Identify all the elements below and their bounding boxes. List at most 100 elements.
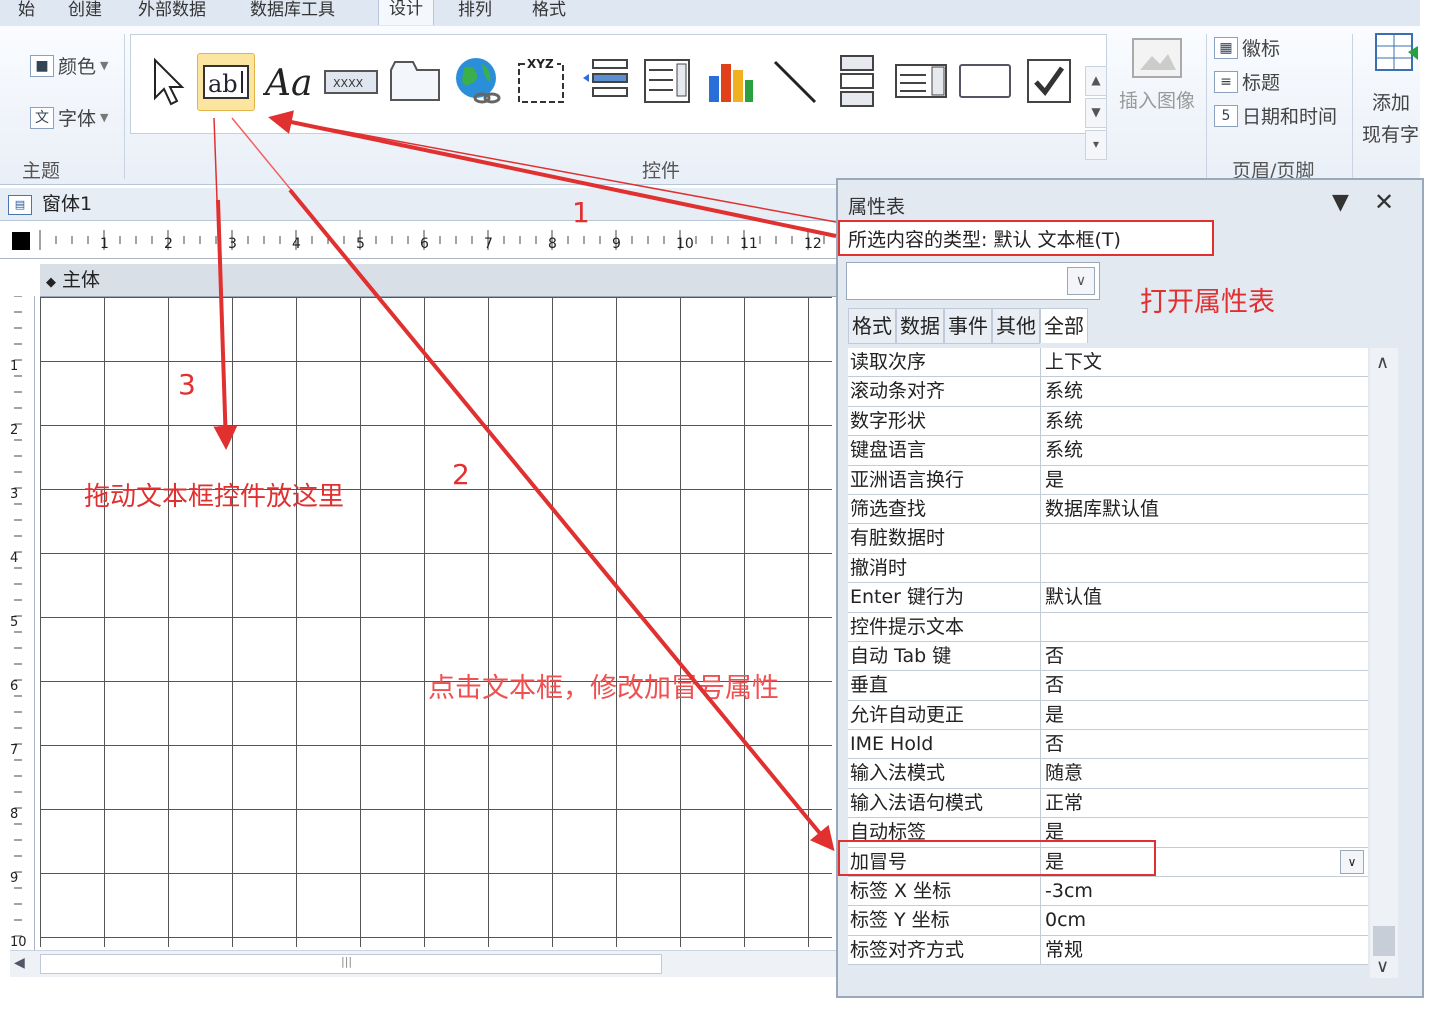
tab-design[interactable]: 设计 (378, 0, 434, 25)
option-group-icon[interactable] (639, 53, 695, 109)
property-value[interactable]: 否 (1041, 671, 1368, 699)
property-value[interactable]: -3cm (1041, 877, 1368, 905)
chevron-up-icon[interactable]: ∧ (1376, 352, 1389, 373)
property-value[interactable]: 常规 (1041, 936, 1368, 964)
property-row[interactable]: 输入法语句模式 正常 (848, 788, 1368, 819)
property-value[interactable]: 随意 (1041, 759, 1368, 787)
property-row[interactable]: 键盘语言 系统 (848, 436, 1368, 466)
property-name: 输入法语句模式 (848, 788, 1041, 818)
property-row[interactable]: 滚动条对齐 系统 (848, 377, 1368, 407)
property-row[interactable]: 控件提示文本 (848, 612, 1368, 642)
colors-label: 颜色 (58, 56, 97, 78)
toggle-button-icon[interactable] (829, 53, 885, 109)
button-control-icon[interactable]: XXXX (323, 53, 379, 109)
chevron-down-icon[interactable]: ∨ (1340, 849, 1364, 874)
property-row[interactable]: 数字形状 系统 (848, 406, 1368, 437)
property-value[interactable]: 数据库默认值 (1041, 495, 1368, 523)
label-control-icon[interactable]: Aa (261, 53, 317, 109)
selection-combo[interactable]: ∨ (846, 262, 1100, 300)
property-row[interactable]: 标签 X 坐标 -3cm (848, 877, 1368, 907)
property-row[interactable]: 读取次序 上下文 (848, 348, 1368, 378)
property-row[interactable]: IME Hold 否 (848, 730, 1368, 760)
chevron-up-icon[interactable]: ▲ (1085, 66, 1107, 96)
property-value[interactable]: 否 (1041, 730, 1368, 758)
property-row[interactable]: 标签对齐方式 常规 (848, 935, 1368, 966)
dropdown-triangle-icon[interactable]: ▼ (1332, 190, 1349, 215)
navigation-control-icon[interactable] (577, 53, 633, 109)
rectangle-control-icon[interactable] (957, 53, 1013, 109)
colors-button[interactable]: ■ 颜色 ▼ (30, 52, 108, 79)
property-value[interactable]: 0cm (1041, 906, 1368, 934)
property-scrollbar[interactable]: ∧ ∨ (1370, 348, 1398, 978)
chevron-down-icon[interactable]: ∨ (1067, 267, 1095, 295)
add-existing-fields-button[interactable]: 添加 现有字 (1362, 26, 1422, 146)
hyperlink-globe-icon[interactable] (449, 53, 505, 109)
property-value[interactable]: 是 (1041, 701, 1368, 729)
title-button[interactable]: ≡ 标题 (1214, 68, 1280, 95)
property-name: 标签 X 坐标 (848, 877, 1041, 906)
annotation-drag-here: 拖动文本框控件放这里 (84, 482, 345, 512)
line-control-icon[interactable] (767, 53, 823, 109)
tab-data[interactable]: 数据 (896, 308, 944, 344)
fonts-button[interactable]: 文 字体 ▼ (30, 104, 108, 131)
property-value[interactable]: 是 (1041, 466, 1368, 494)
annotation-open-sheet: 打开属性表 (1140, 287, 1275, 318)
property-row[interactable]: 允许自动更正是 (848, 700, 1368, 731)
property-row[interactable]: 筛选查找 数据库默认值 (848, 494, 1368, 525)
property-tabs: 格式 数据 事件 其他 全部 (848, 308, 1088, 344)
scroll-thumb[interactable] (1373, 926, 1395, 956)
property-row[interactable]: 有脏数据时 (848, 524, 1368, 554)
checkbox-control-icon[interactable] (1021, 53, 1077, 109)
property-value[interactable]: 系统 (1041, 407, 1368, 435)
textbox-control-icon[interactable]: ab (197, 53, 255, 111)
property-value[interactable] (1041, 613, 1368, 641)
close-icon[interactable]: ✕ (1374, 188, 1394, 216)
chevron-down-icon[interactable]: ▼ (1085, 98, 1107, 128)
chart-control-icon[interactable] (703, 53, 759, 109)
design-grid[interactable] (40, 297, 832, 947)
tab-external-data[interactable]: 外部数据 (128, 0, 216, 22)
tab-home[interactable]: 始 (8, 0, 45, 22)
property-row[interactable]: 自动 Tab 键否 (848, 641, 1368, 672)
logo-button[interactable]: ▦ 徽标 (1214, 34, 1280, 61)
listbox-control-icon[interactable] (893, 53, 949, 109)
tab-create[interactable]: 创建 (58, 0, 112, 22)
form-tab[interactable]: ▤ 窗体1 (0, 188, 836, 221)
scroll-left-icon[interactable]: ◀ (14, 955, 25, 971)
svg-text:Aa: Aa (263, 63, 312, 103)
gallery-more-icon[interactable]: ▾ (1085, 130, 1107, 160)
insert-image-button[interactable]: 插入图像 (1112, 36, 1202, 113)
scroll-thumb[interactable]: ||| (40, 954, 662, 974)
property-row[interactable]: 标签 Y 坐标 0cm (848, 906, 1368, 936)
property-value[interactable]: 系统 (1041, 436, 1368, 464)
property-row[interactable]: Enter 键行为 默认值 (848, 583, 1368, 613)
property-value[interactable]: 正常 (1041, 789, 1368, 817)
property-value[interactable] (1041, 554, 1368, 582)
gallery-scroll[interactable]: ▲ ▼ ▾ (1085, 66, 1107, 160)
select-pointer-icon[interactable] (139, 53, 195, 109)
property-value[interactable]: 上下文 (1041, 348, 1368, 376)
property-row[interactable]: 亚洲语言换行是 (848, 465, 1368, 495)
chevron-down-icon[interactable]: ∨ (1376, 956, 1389, 977)
property-value[interactable]: 系统 (1041, 377, 1368, 405)
detail-section-bar[interactable]: ◆ 主体 (40, 264, 836, 297)
tab-control-icon[interactable] (387, 53, 443, 109)
property-row[interactable]: 撤消时 (848, 553, 1368, 584)
tab-format[interactable]: 格式 (522, 0, 576, 22)
property-row[interactable]: 垂直否 (848, 671, 1368, 701)
property-value[interactable]: 否 (1041, 642, 1368, 670)
property-value[interactable] (1041, 524, 1368, 552)
ruler-label: 9 (612, 236, 621, 252)
property-row[interactable]: 输入法模式 随意 (848, 759, 1368, 789)
property-value[interactable]: 默认值 (1041, 583, 1368, 611)
web-browser-control-icon[interactable]: XYZ (513, 53, 569, 109)
tab-event[interactable]: 事件 (944, 308, 992, 344)
horizontal-scrollbar[interactable]: ◀ ||| (10, 950, 836, 977)
tab-other[interactable]: 其他 (992, 308, 1040, 344)
tab-database-tools[interactable]: 数据库工具 (240, 0, 345, 22)
date-time-button[interactable]: 5 日期和时间 (1214, 102, 1337, 129)
property-value-text: 数据库默认值 (1045, 497, 1160, 520)
tab-format[interactable]: 格式 (848, 308, 896, 344)
tab-arrange[interactable]: 排列 (448, 0, 502, 22)
tab-all[interactable]: 全部 (1040, 308, 1088, 343)
